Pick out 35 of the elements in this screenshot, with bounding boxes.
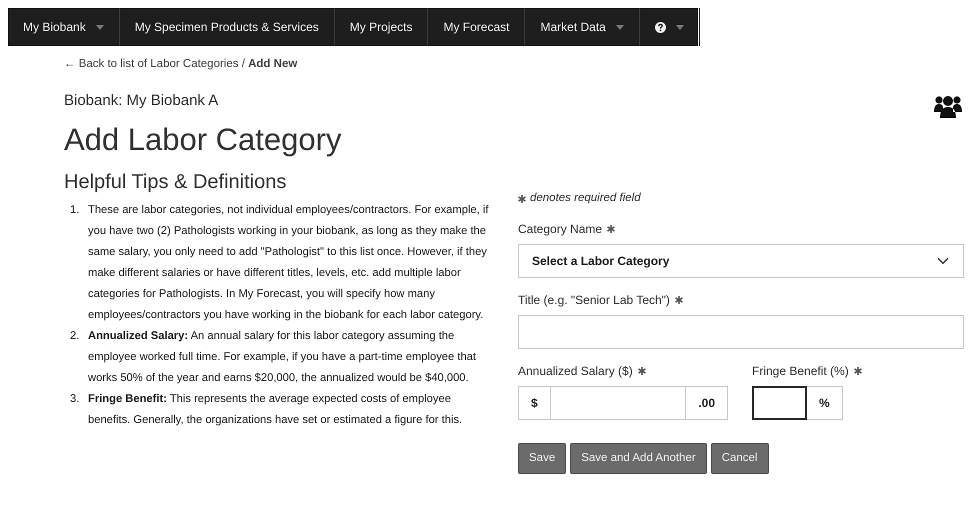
- breadcrumb-separator: /: [240, 58, 246, 70]
- form-button[interactable]: Save and Add Another: [570, 443, 707, 474]
- field-label: Category Name: [518, 221, 602, 238]
- form-button[interactable]: Save: [518, 443, 566, 474]
- biobank-name: Biobank: My Biobank A: [64, 91, 220, 112]
- field-label: Title (e.g. "Senior Lab Tech"): [518, 292, 670, 310]
- section-heading: Helpful Tips & Definitions: [64, 170, 288, 194]
- unit-addon: %: [806, 386, 843, 420]
- tip-text: These are labor categories, not individual employees/contractors. For example, if you have two (2) Pathologists working in your biobank, as long as they make the same salary, you only need to add "Pathologist" to this list once. However, if they make different salaries or have different titles, levels, etc. add multiple labor categories for Pathologists. In My Forecast, you will specify how many employees/contractors you have working in the biobank for each labor category.: [88, 202, 490, 323]
- category-select[interactable]: Select a Labor Category: [518, 244, 964, 278]
- list-number: 2.: [70, 328, 80, 344]
- users-icon: [934, 94, 962, 118]
- title-input[interactable]: [518, 315, 964, 350]
- tip-text: Fringe Benefit: This represents the average expected costs of employee benefits. Generally, the organizations have set or estimated a figure for this.: [88, 392, 464, 428]
- fringe-input[interactable]: [752, 386, 807, 420]
- tip-text: Annualized Salary: An annual salary for this labor category assuming the employee worked full time. For example, if you have a part-time employee that works 50% of the year and earns $20,000, the annualized would be $40,000.: [88, 328, 478, 386]
- required-note: denotes required field: [530, 190, 641, 206]
- currency-addon: $: [518, 386, 551, 420]
- nav-link[interactable]: My Projects: [334, 8, 428, 46]
- breadcrumb-current: Add New: [248, 58, 298, 70]
- nav-link[interactable]: My Biobank: [8, 8, 120, 46]
- field-label: Fringe Benefit (%): [752, 363, 849, 380]
- list-number: 1.: [70, 202, 80, 218]
- nav-link[interactable]: My Specimen Products & Services: [120, 8, 335, 46]
- unit-addon: .00: [685, 386, 728, 420]
- list-number: 3.: [70, 392, 80, 407]
- asterisk-icon: [518, 194, 526, 203]
- nav-link[interactable]: Market Data: [525, 8, 640, 46]
- page-title: Add Labor Category: [64, 120, 342, 158]
- back-link[interactable]: ← Back to list of Labor Categories: [64, 58, 238, 70]
- help-icon: [654, 22, 666, 32]
- salary-input[interactable]: [550, 386, 686, 420]
- nav-link[interactable]: My Forecast: [428, 8, 526, 46]
- field-label: Annualized Salary ($): [518, 363, 633, 380]
- form-button[interactable]: Cancel: [710, 443, 768, 474]
